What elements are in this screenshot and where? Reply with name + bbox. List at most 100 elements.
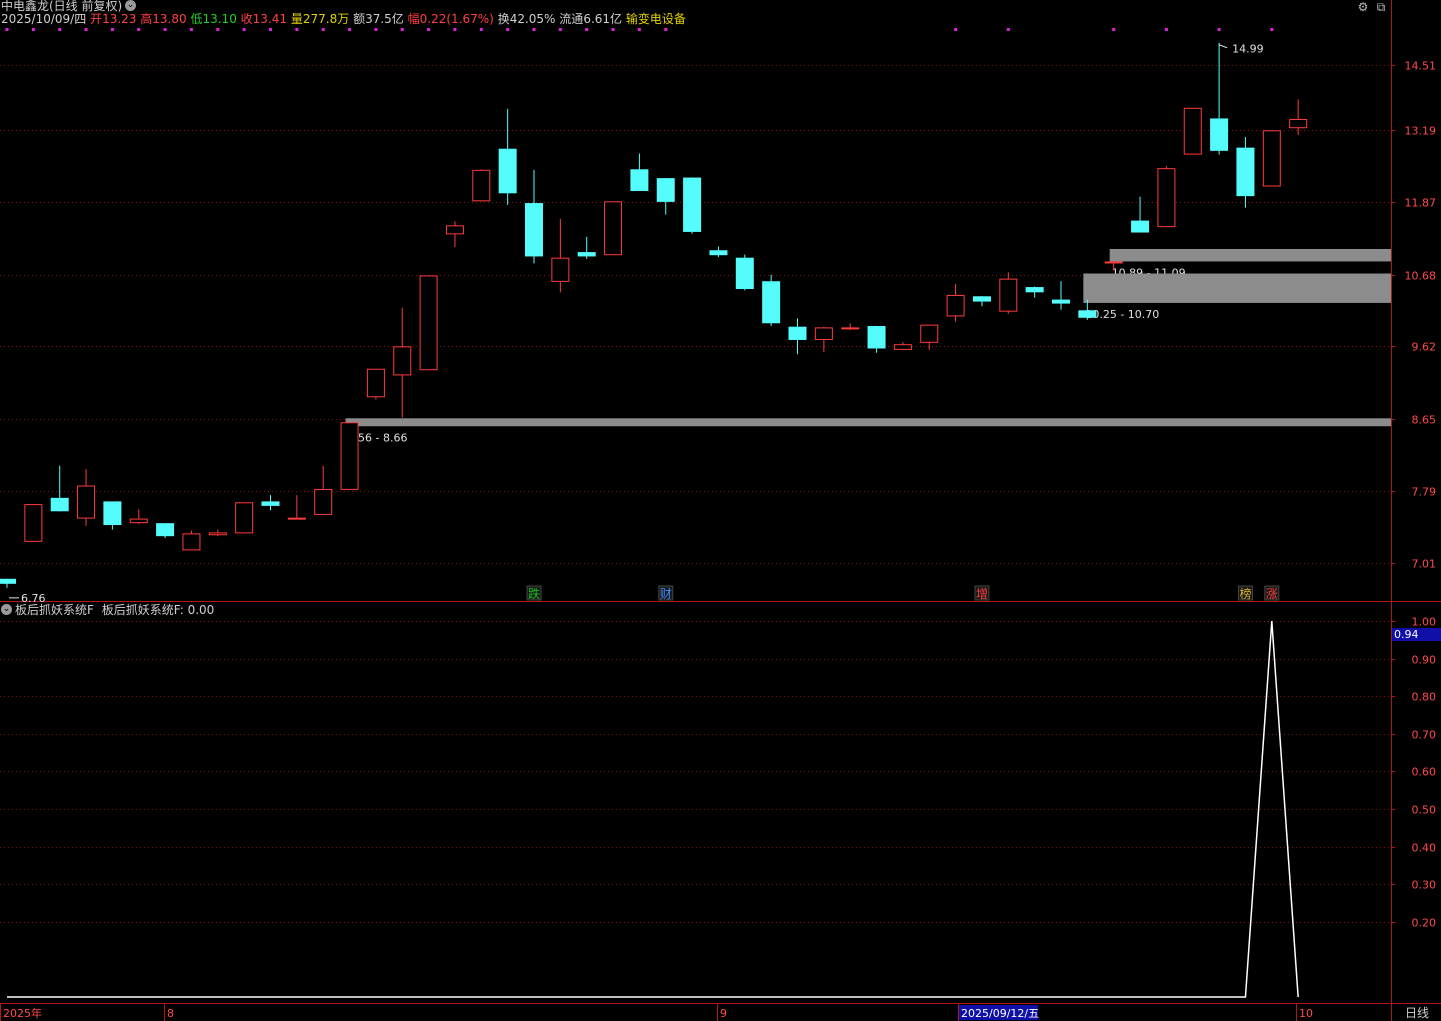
indicator-title[interactable]: 板后抓妖系统F <box>15 603 94 617</box>
candlestick <box>103 501 122 530</box>
candle-body <box>261 501 280 506</box>
candlestick <box>604 201 623 256</box>
indicator-value: 板后抓妖系统F: 0.00 <box>101 603 215 617</box>
indicator-menu-chevron-icon[interactable]: ⌄ <box>1 604 12 615</box>
candle-body <box>867 326 886 349</box>
candlestick <box>709 246 728 258</box>
candle-body <box>735 257 754 290</box>
candlestick <box>972 296 991 307</box>
candlestick <box>314 465 333 515</box>
candlestick <box>920 324 939 350</box>
candlestick <box>182 530 201 551</box>
candle-body <box>999 278 1018 312</box>
quote-sector[interactable]: 输变电设备 <box>626 12 686 26</box>
quote-low: 13.10 <box>202 12 237 26</box>
indicator-tick-label: 0.90 <box>1412 654 1437 667</box>
candlestick <box>946 283 965 322</box>
price-tick-label: 13.19 <box>1405 125 1437 138</box>
price-tick-label: 14.51 <box>1405 60 1437 73</box>
candle-body <box>1236 147 1255 197</box>
signal-mark <box>558 28 562 31</box>
candle-body <box>129 518 148 524</box>
quote-open: 13.23 <box>102 12 137 26</box>
candle-body <box>1183 107 1202 155</box>
candlestick <box>1183 107 1202 155</box>
candlestick <box>24 504 43 542</box>
candle-body <box>841 327 860 330</box>
candle-body <box>498 148 517 194</box>
candlestick <box>472 169 491 202</box>
signal-mark <box>31 28 35 31</box>
event-tag: 财 <box>658 585 674 601</box>
candle-body <box>1157 168 1176 228</box>
candlestick <box>1052 281 1070 310</box>
candlestick <box>366 368 385 400</box>
candlestick <box>445 221 464 248</box>
candlestick <box>340 422 359 490</box>
candlestick <box>814 326 833 353</box>
candlestick <box>208 529 227 537</box>
signal-mark <box>611 28 615 31</box>
price-tick-label: 11.87 <box>1405 197 1437 210</box>
indicator-current-value: 0.94 <box>1394 628 1419 641</box>
candlestick <box>498 108 517 205</box>
candle-body <box>1210 118 1229 151</box>
candlestick <box>77 469 96 526</box>
candlestick <box>129 509 148 525</box>
event-tag-label: 榜 <box>1239 586 1251 601</box>
high-price-label: 14.99 <box>1232 43 1264 56</box>
candle-body <box>762 281 781 324</box>
candle-body <box>1131 220 1150 233</box>
candlestick <box>999 272 1018 314</box>
quote-date: 2025/10/09/四 <box>1 12 87 26</box>
quote-close: 13.41 <box>252 12 288 26</box>
signal-mark <box>585 28 589 31</box>
candlestick <box>1131 196 1150 233</box>
quote-change: 0.22(1.67%) <box>419 12 494 26</box>
event-tag: 涨 <box>1264 585 1280 601</box>
candlestick <box>525 169 543 264</box>
indicator-tick-label: 0.80 <box>1412 691 1437 704</box>
window-restore-icon[interactable]: ⧉ <box>1374 0 1388 14</box>
period-tab-daily[interactable]: 日线 <box>1405 1006 1429 1020</box>
candlestick <box>156 523 175 539</box>
quote-high: 13.80 <box>152 12 187 26</box>
candle-body <box>604 201 623 256</box>
quote-turnover: 42.05% <box>509 12 556 26</box>
title-menu-chevron-icon[interactable]: ⌄ <box>125 0 136 11</box>
signal-mark <box>1217 28 1221 31</box>
candle-body <box>314 489 333 515</box>
candlestick <box>762 274 781 327</box>
candlestick <box>419 275 438 371</box>
signal-mark <box>427 28 431 31</box>
candle-body <box>235 502 254 534</box>
candlestick <box>841 323 860 331</box>
indicator-tick-label: 0.40 <box>1412 842 1437 855</box>
signal-mark <box>506 28 510 31</box>
event-tag: 增 <box>974 585 990 601</box>
settings-gear-icon[interactable]: ⚙ <box>1356 0 1370 14</box>
signal-mark <box>110 28 114 31</box>
price-band <box>345 418 1391 427</box>
candlestick <box>577 236 596 259</box>
candlestick <box>683 177 702 234</box>
signal-mark <box>5 28 9 31</box>
candle-body <box>1104 261 1123 264</box>
candle-body <box>419 275 438 371</box>
price-band <box>1083 273 1391 303</box>
candle-body <box>656 178 675 202</box>
signal-mark <box>532 28 536 31</box>
signal-mark <box>242 28 246 31</box>
time-tick-label: 9 <box>720 1007 727 1020</box>
signal-mark <box>664 28 668 31</box>
time-tick-label: 8 <box>167 1007 174 1020</box>
candlestick <box>50 465 69 512</box>
signal-mark <box>637 28 641 31</box>
candle-body <box>393 346 412 376</box>
chart-canvas: 7.01 7.79 8.65 9.62 10.68 11.87 13.19 14.51 0.20… <box>0 0 1441 1021</box>
signal-mark <box>400 28 404 31</box>
candlestick <box>551 218 570 293</box>
signal-mark <box>954 28 958 31</box>
candle-body <box>1025 287 1044 293</box>
signal-mark <box>163 28 167 31</box>
